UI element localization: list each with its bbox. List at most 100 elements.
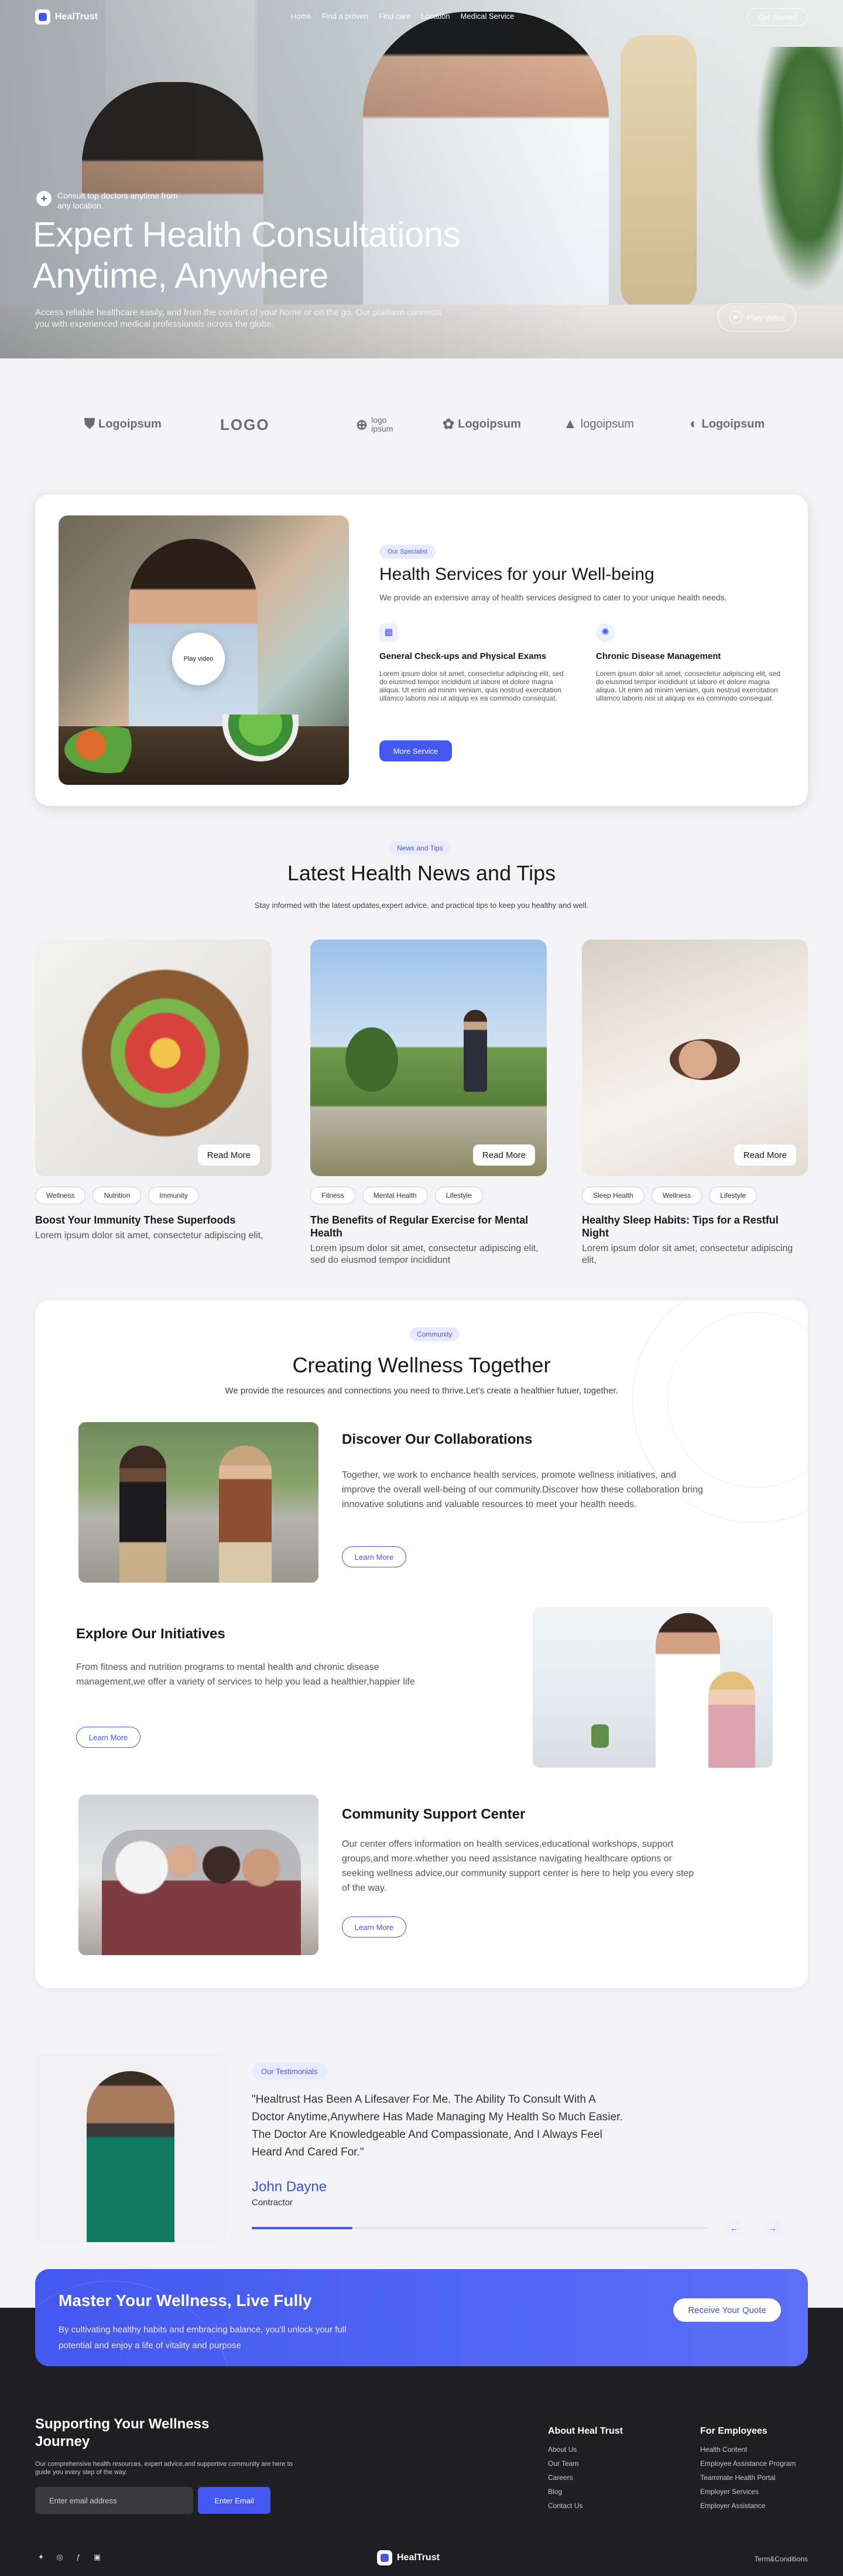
partner-logo-6: ◐ Logoipsum: [690, 416, 765, 432]
nav-link-medical-service[interactable]: Medical Service: [461, 12, 515, 21]
tag-mental-health[interactable]: Mental Health: [362, 1187, 428, 1204]
community-block-text: From fitness and nutrition programs to m…: [76, 1662, 415, 1687]
services-image-vegetables: [64, 726, 152, 773]
footer-link-about-us[interactable]: About Us: [548, 2442, 623, 2457]
footer-col-title: About Heal Trust: [548, 2426, 623, 2436]
services-description: We provide an extensive array of health …: [379, 593, 727, 602]
tag-lifestyle[interactable]: Lifestyle: [709, 1187, 758, 1204]
partner-logos: ⛊ Logoipsum LOGO ⊕ logo ipsum ✿ Logoipsum ▲…: [0, 358, 843, 490]
services-title: Health Services for your Well-being: [379, 565, 654, 584]
brand-logo-icon: [377, 2550, 392, 2565]
tag-wellness[interactable]: Wellness: [35, 1187, 86, 1204]
news-card-text: Lorem ipsum dolor sit amet, consectetur …: [35, 1231, 263, 1241]
partner-logo-text: Logoipsum: [458, 418, 521, 431]
tag-fitness[interactable]: Fitness: [310, 1187, 355, 1204]
testimonial-progress-fill: [252, 2227, 352, 2229]
testimonial-next-button[interactable]: →: [765, 2220, 781, 2236]
read-more-button[interactable]: Read More: [472, 1144, 535, 1166]
services-image: Play video: [59, 515, 349, 785]
footer-col-title: For Employees: [700, 2426, 767, 2436]
gear-icon: ✿: [443, 416, 455, 432]
learn-more-button[interactable]: Learn More: [342, 1546, 406, 1567]
read-more-button[interactable]: Read More: [197, 1144, 260, 1166]
tag-lifestyle[interactable]: Lifestyle: [434, 1187, 483, 1204]
cta-text: By cultivating healthy habits and embrac…: [59, 2325, 347, 2350]
news-subtitle: Stay informed with the latest updates,ex…: [254, 901, 589, 910]
play-icon: ▶: [729, 311, 742, 324]
testimonial-quote: "Healtrust Has Been A Lifesaver For Me. …: [252, 2093, 623, 2158]
nav-link-home[interactable]: Home: [291, 12, 311, 21]
tree: [345, 1027, 398, 1092]
footer-link-eap[interactable]: Employee Assistance Program: [700, 2457, 796, 2471]
plus-icon: +: [36, 191, 52, 206]
twitter-icon[interactable]: ✦: [35, 2551, 47, 2563]
testimonial-avatar-image: [35, 2054, 226, 2242]
learn-more-button[interactable]: Learn More: [76, 1727, 140, 1748]
learn-more-button[interactable]: Learn More: [342, 1916, 406, 1938]
child-figure: [708, 1672, 755, 1768]
nav-link-find-care[interactable]: Find care: [379, 12, 410, 21]
social-links: ✦ ◎ ƒ ▣: [35, 2551, 103, 2563]
footer-link-blog[interactable]: Blog: [548, 2485, 623, 2499]
partner-logo-text: Logoipsum: [98, 417, 162, 431]
hero-overlay: [0, 0, 843, 358]
nav-link-find-proven[interactable]: Find a proven: [322, 12, 369, 21]
testimonial-progress-track: [252, 2227, 708, 2229]
read-more-button[interactable]: Read More: [734, 1144, 796, 1166]
cta-title: Master Your Wellness, Live Fully: [59, 2291, 312, 2309]
footer-col-about: About Heal Trust About Us Our Team Caree…: [548, 2426, 623, 2513]
receive-quote-button[interactable]: Receive Your Quote: [673, 2298, 781, 2322]
testimonial-person: [87, 2071, 174, 2242]
footer-link-employer-assistance[interactable]: Employer Assistance: [700, 2499, 796, 2513]
news-card-title[interactable]: Healthy Sleep Habits: Tips for a Restful…: [582, 1214, 808, 1239]
footer-brand-logo[interactable]: HealTrust: [377, 2550, 440, 2565]
community-subtitle: We provide the resources and connections…: [225, 1386, 618, 1396]
footer-link-employer-services[interactable]: Employer Services: [700, 2485, 796, 2499]
tag-wellness[interactable]: Wellness: [651, 1187, 702, 1204]
instagram-icon[interactable]: ▣: [91, 2551, 103, 2563]
nav-link-location[interactable]: Location: [421, 12, 450, 21]
community-block-title: Explore Our Initiatives: [76, 1626, 225, 1642]
footer-description: Our comprehensive health resources, expe…: [35, 2461, 293, 2476]
testimonial-prev-button[interactable]: ←: [726, 2220, 742, 2236]
footer-email-input[interactable]: [35, 2487, 193, 2514]
news-card-title[interactable]: The Benefits of Regular Exercise for Men…: [310, 1214, 547, 1239]
collaboration-image: [78, 1422, 318, 1583]
tag-nutrition[interactable]: Nutrition: [92, 1187, 142, 1204]
community-title: Creating Wellness Together: [292, 1353, 551, 1377]
news-tags: Sleep Health Wellness Lifestyle: [582, 1187, 808, 1204]
footer-col-employees: For Employees Health Content Employee As…: [700, 2426, 796, 2513]
news-card-exercise: Read More Fitness Mental Health Lifestyl…: [310, 939, 547, 1266]
news-card-title[interactable]: Boost Your Immunity These Superfoods: [35, 1214, 272, 1226]
footer-link-careers[interactable]: Careers: [548, 2471, 623, 2485]
partner-logo-text: logoipsum: [580, 417, 634, 431]
community-block-title: Discover Our Collaborations: [342, 1432, 533, 1447]
more-service-button[interactable]: More Service: [379, 740, 452, 761]
partner-logo-text: LOGO: [220, 416, 270, 433]
get-started-button[interactable]: Get Started: [747, 8, 808, 26]
testimonial-name: John Dayne: [252, 2179, 327, 2195]
plant-figure: [591, 1724, 609, 1748]
tag-immunity[interactable]: Immunity: [148, 1187, 199, 1204]
footer-link-contact-us[interactable]: Contact Us: [548, 2499, 623, 2513]
tag-sleep-health[interactable]: Sleep Health: [582, 1187, 645, 1204]
hero-play-video-button[interactable]: ▶ Play video: [718, 303, 796, 332]
cta-banner: Master Your Wellness, Live Fully By cult…: [35, 2269, 808, 2366]
news-title: Latest Health News and Tips: [287, 861, 556, 885]
dribbble-icon[interactable]: ◎: [54, 2551, 66, 2563]
footer-link-teammate-portal[interactable]: Teammate Health Portal: [700, 2471, 796, 2485]
footer-link-our-team[interactable]: Our Team: [548, 2457, 623, 2471]
settings-icon: ✺: [596, 623, 615, 642]
brand-logo[interactable]: HealTrust: [35, 9, 98, 25]
hero-badge: + Consult top doctors anytime from any l…: [36, 191, 189, 211]
footer-enter-email-button[interactable]: Enter Email: [198, 2487, 270, 2514]
brand-name: HealTrust: [397, 2553, 440, 2563]
community-section: Community Creating Wellness Together We …: [35, 1300, 808, 1988]
footer-link-health-content[interactable]: Health Content: [700, 2442, 796, 2457]
services-play-video-button[interactable]: Play video: [172, 633, 225, 685]
terms-link[interactable]: Term&Conditions: [755, 2555, 808, 2563]
services-pill: Our Specialist: [379, 545, 436, 559]
facebook-icon[interactable]: ƒ: [73, 2551, 84, 2563]
partner-logo-3: ⊕ logo ipsum: [356, 416, 400, 433]
testimonial-role: Contractor: [252, 2198, 293, 2208]
